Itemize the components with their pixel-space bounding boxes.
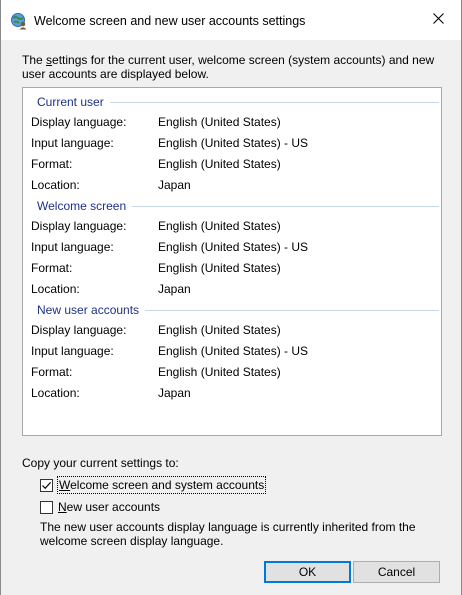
checkbox-box[interactable] (40, 501, 53, 514)
row-value: English (United States) - US (158, 344, 309, 358)
row-value: Japan (158, 178, 191, 192)
close-icon (432, 13, 444, 27)
section-header: Current user (37, 94, 439, 110)
checkbox-box[interactable] (40, 479, 53, 492)
close-button[interactable] (415, 0, 461, 40)
section-header: New user accounts (37, 302, 439, 318)
row-label: Format: (31, 157, 73, 171)
row-value: English (United States) (158, 115, 281, 129)
row-value: English (United States) (158, 219, 281, 233)
row-label: Format: (31, 365, 73, 379)
cancel-button[interactable]: Cancel (353, 561, 440, 583)
settings-dialog: Welcome screen and new user accounts set… (0, 0, 462, 595)
row-label: Format: (31, 261, 73, 275)
row-label: Input language: (31, 240, 114, 254)
globe-user-icon (10, 12, 28, 30)
row-label: Location: (31, 386, 80, 400)
section-title: Current user (37, 94, 110, 110)
checkbox-label: Welcome screen and system accounts (56, 476, 267, 494)
row-label: Display language: (31, 219, 127, 233)
row-label: Input language: (31, 136, 114, 150)
checkbox-label: New user accounts (58, 500, 161, 514)
row-value: English (United States) (158, 365, 281, 379)
ok-button[interactable]: OK (264, 561, 351, 583)
row-label: Display language: (31, 323, 127, 337)
row-value: English (United States) (158, 323, 281, 337)
row-label: Input language: (31, 344, 114, 358)
row-label: Display language: (31, 115, 127, 129)
row-label: Location: (31, 178, 80, 192)
row-value: English (United States) (158, 157, 281, 171)
section-title: Welcome screen (37, 198, 133, 214)
section-header: Welcome screen (37, 198, 439, 214)
intro-text: The settings for the current user, welco… (22, 53, 435, 81)
row-value: Japan (158, 386, 191, 400)
row-value: Japan (158, 282, 191, 296)
copy-settings-label: Copy your current settings to: (22, 456, 179, 470)
section-title: New user accounts (37, 302, 146, 318)
row-value: English (United States) - US (158, 240, 309, 254)
settings-panel[interactable]: Current user Display language: English (U… (22, 87, 442, 436)
window-title: Welcome screen and new user accounts set… (34, 14, 306, 28)
title-bar[interactable]: Welcome screen and new user accounts set… (1, 0, 461, 40)
row-value: English (United States) - US (158, 136, 309, 150)
inheritance-note: The new user accounts display language i… (40, 520, 416, 548)
row-label: Location: (31, 282, 80, 296)
checkmark-icon (42, 481, 52, 490)
row-value: English (United States) (158, 261, 281, 275)
